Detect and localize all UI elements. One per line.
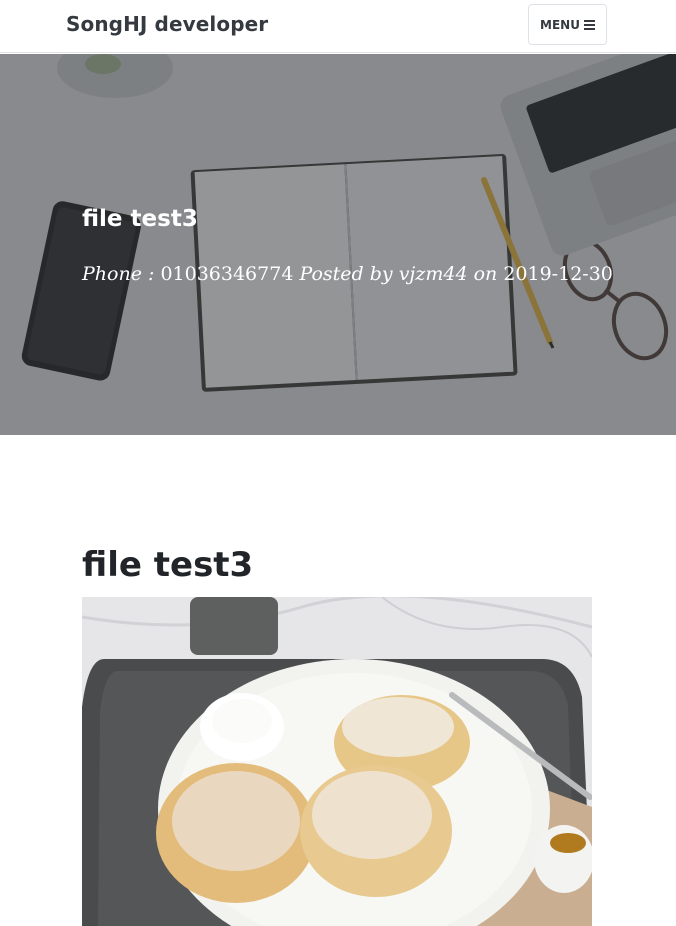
hero-meta: Phone : 01036346774 Posted by vjzm44 on … (82, 263, 613, 285)
brand-link[interactable]: SongHJ developer (66, 12, 268, 36)
navbar: SongHJ developer MENU (0, 0, 676, 53)
hero-overlay (0, 54, 676, 435)
on-label: on (473, 263, 498, 285)
hamburger-icon (583, 20, 595, 30)
hero-header: file test3 Phone : 01036346774 Posted by… (0, 54, 676, 435)
post-image (82, 597, 592, 926)
phone-label: Phone : (82, 263, 155, 285)
phone-number: 01036346774 (160, 263, 294, 285)
menu-button[interactable]: MENU (528, 4, 607, 45)
post-title: file test3 (82, 545, 254, 585)
post-date: 2019-12-30 (503, 263, 613, 285)
author-link[interactable]: vjzm44 (399, 263, 468, 285)
posted-by-label: Posted by (299, 263, 393, 285)
hero-title: file test3 (82, 206, 198, 232)
menu-label: MENU (540, 17, 580, 32)
